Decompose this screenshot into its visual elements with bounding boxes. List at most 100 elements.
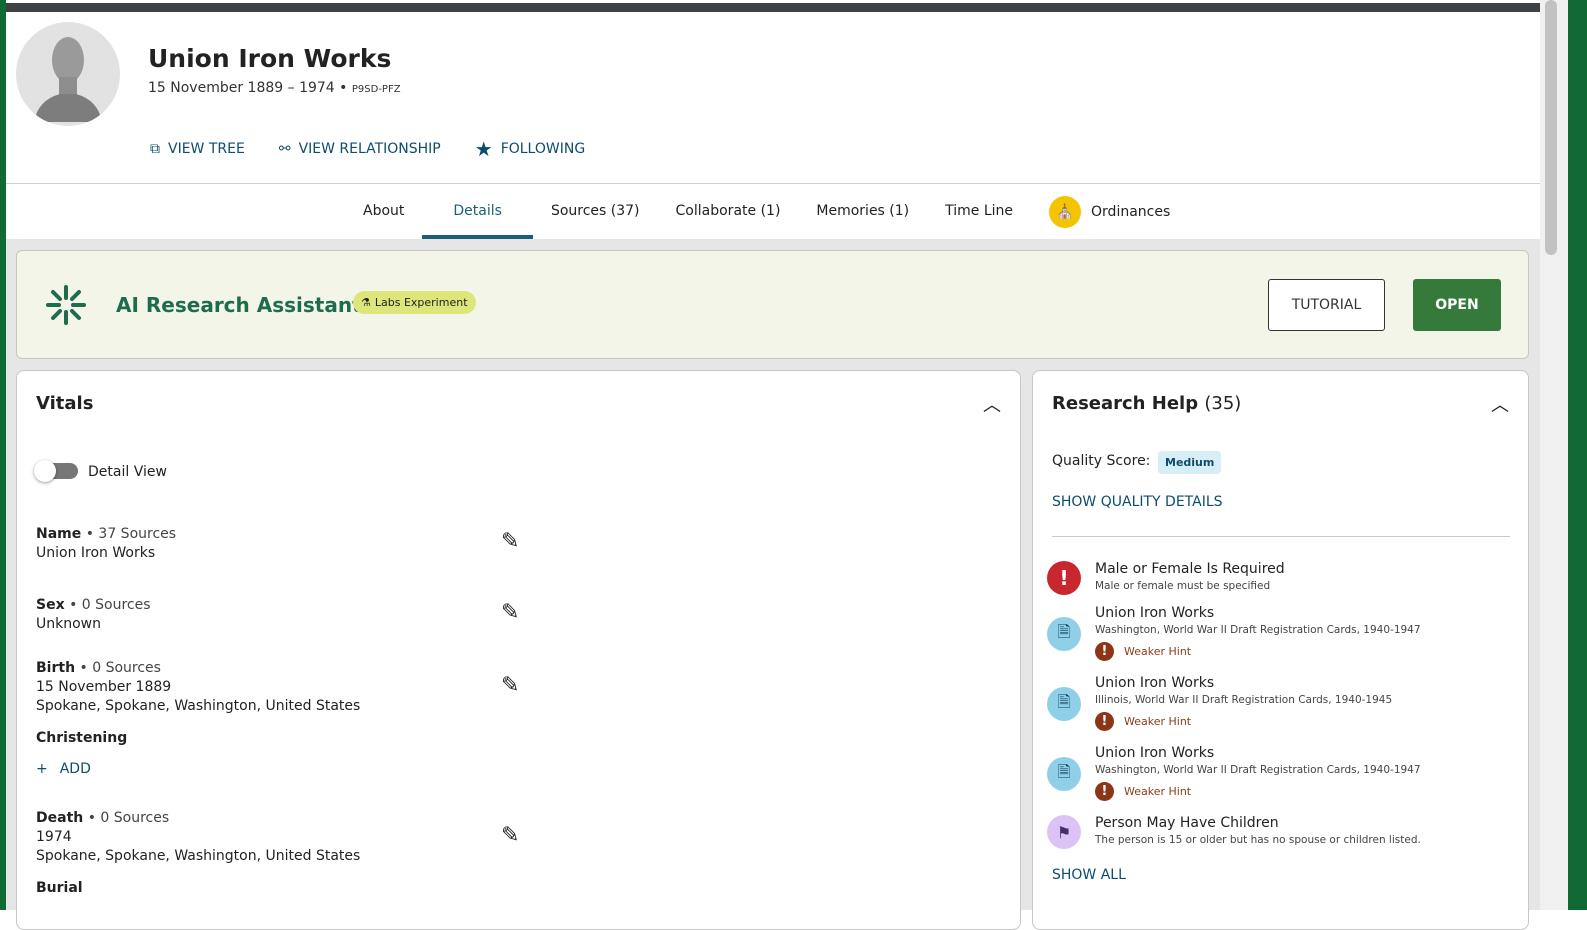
item-subtitle: Male or female must be specified	[1095, 580, 1271, 592]
scrollbar-thumb[interactable]	[1545, 0, 1557, 255]
flask-icon: ⚗	[361, 296, 371, 309]
fact-birth: Birth • 0 Sources 15 November 1889 Spokane…	[36, 659, 360, 716]
fact-name: Name • 37 Sources Union Iron Works	[36, 525, 176, 563]
following-button[interactable]: ★ FOLLOWING	[475, 137, 585, 161]
view-tree-label: VIEW TREE	[168, 141, 245, 157]
collapse-chevron-icon[interactable]: ︿	[983, 391, 1001, 417]
add-christening-button[interactable]: + ADD	[36, 761, 91, 777]
tree-icon: ⧉	[150, 141, 160, 157]
fact-death: Death • 0 Sources 1974 Spokane, Spokane, W…	[36, 809, 360, 866]
warning-icon: !	[1095, 782, 1114, 801]
fact-burial: Burial	[36, 879, 83, 898]
separator: •	[339, 80, 348, 96]
labs-badge: ⚗ Labs Experiment	[353, 291, 476, 314]
fact-value: Unknown	[36, 616, 101, 632]
sparkle-icon	[46, 285, 86, 325]
plus-icon: +	[36, 761, 48, 777]
edit-pencil-icon[interactable]: ✎	[501, 600, 519, 625]
fact-label: Name	[36, 526, 82, 542]
fact-sources[interactable]: • 0 Sources	[88, 810, 169, 826]
view-tree-button[interactable]: ⧉ VIEW TREE	[150, 141, 245, 157]
item-title: Male or Female Is Required	[1095, 561, 1285, 577]
add-label: ADD	[59, 761, 91, 777]
fact-label: Christening	[36, 730, 128, 746]
tab-details[interactable]: Details	[422, 184, 533, 239]
person-id: P9SD-PFZ	[351, 84, 401, 95]
item-title: Union Iron Works	[1095, 675, 1215, 691]
hint-label: Weaker Hint	[1124, 785, 1192, 798]
ai-title: AI Research Assistant	[116, 293, 362, 317]
divider	[1052, 536, 1510, 537]
view-relationship-label: VIEW RELATIONSHIP	[298, 141, 441, 157]
hint-label: Weaker Hint	[1124, 645, 1192, 658]
view-relationship-button[interactable]: ⚯ VIEW RELATIONSHIP	[279, 141, 441, 157]
error-icon: !	[1047, 561, 1081, 595]
show-quality-details-link[interactable]: SHOW QUALITY DETAILS	[1052, 494, 1223, 510]
person-dates: 15 November 1889 – 1974 • P9SD-PFZ	[148, 80, 401, 96]
fact-label: Sex	[36, 597, 65, 613]
fact-date: 1974	[36, 829, 72, 845]
person-name: Union Iron Works	[148, 44, 392, 73]
detail-view-toggle[interactable]	[34, 460, 78, 482]
open-button[interactable]: OPEN	[1413, 279, 1501, 331]
show-all-link[interactable]: SHOW ALL	[1052, 867, 1126, 883]
tutorial-button[interactable]: TUTORIAL	[1268, 279, 1385, 331]
vitals-card: Vitals ︿ Detail View Name • 37 Sources Un…	[16, 370, 1021, 930]
detail-view-label: Detail View	[88, 464, 167, 480]
fact-christening: Christening	[36, 729, 127, 748]
research-help-title: Research Help (35)	[1052, 393, 1241, 414]
fact-place: Spokane, Spokane, Washington, United Sta…	[36, 698, 361, 714]
item-title: Person May Have Children	[1095, 815, 1279, 831]
relationship-icon: ⚯	[278, 141, 291, 157]
quality-badge: Medium	[1158, 451, 1222, 474]
warning-icon: !	[1095, 642, 1114, 661]
tab-ordinances[interactable]: ⛪ Ordinances	[1031, 184, 1188, 239]
star-icon: ★	[474, 137, 493, 161]
item-subtitle: Washington, World War II Draft Registrat…	[1095, 764, 1421, 776]
quality-score-label: Quality Score:	[1052, 453, 1151, 469]
hint-label: Weaker Hint	[1124, 715, 1192, 728]
ai-assistant-banner: AI Research Assistant ⚗ Labs Experiment T…	[16, 250, 1529, 359]
ordinances-label: Ordinances	[1091, 203, 1171, 220]
edit-pencil-icon[interactable]: ✎	[501, 529, 519, 554]
item-subtitle: Illinois, World War II Draft Registratio…	[1095, 694, 1393, 706]
person-header: Union Iron Works 15 November 1889 – 1974…	[6, 12, 1540, 184]
temple-icon: ⛪	[1049, 195, 1082, 228]
tab-sources[interactable]: Sources (37)	[533, 184, 658, 239]
tab-memories[interactable]: Memories (1)	[798, 184, 927, 239]
item-subtitle: Washington, World War II Draft Registrat…	[1095, 624, 1421, 636]
fact-place: Spokane, Spokane, Washington, United Sta…	[36, 848, 361, 864]
fact-label: Burial	[36, 880, 83, 896]
avatar	[16, 22, 120, 126]
fact-date: 15 November 1889	[36, 679, 172, 695]
item-subtitle: The person is 15 or older but has no spo…	[1095, 834, 1421, 846]
item-title: Union Iron Works	[1095, 745, 1215, 761]
collapse-chevron-icon[interactable]: ︿	[1491, 391, 1509, 417]
vitals-title: Vitals	[36, 393, 94, 414]
research-count: (35)	[1204, 393, 1242, 414]
signpost-icon: ⚑	[1047, 815, 1081, 849]
research-title-text: Research Help	[1052, 393, 1199, 414]
tab-time-line[interactable]: Time Line	[927, 184, 1031, 239]
research-help-card: Research Help (35) ︿ Quality Score: Medi…	[1032, 370, 1529, 930]
fact-sources[interactable]: • 37 Sources	[86, 526, 176, 542]
tab-bar: About Details Sources (37) Collaborate (…	[345, 184, 1188, 239]
record-hint-icon: 🗎	[1047, 687, 1081, 721]
fact-sources[interactable]: • 0 Sources	[80, 660, 161, 676]
right-border	[1568, 0, 1587, 910]
top-bar	[6, 3, 1540, 12]
fact-sex: Sex • 0 Sources Unknown	[36, 596, 151, 634]
tab-collaborate[interactable]: Collaborate (1)	[658, 184, 799, 239]
fact-label: Birth	[36, 660, 76, 676]
record-hint-icon: 🗎	[1047, 617, 1081, 651]
life-dates: 15 November 1889 – 1974	[148, 80, 335, 96]
fact-sources[interactable]: • 0 Sources	[69, 597, 150, 613]
record-hint-icon: 🗎	[1047, 757, 1081, 791]
tab-about[interactable]: About	[345, 184, 422, 239]
edit-pencil-icon[interactable]: ✎	[501, 673, 519, 698]
warning-icon: !	[1095, 712, 1114, 731]
following-label: FOLLOWING	[500, 141, 586, 157]
labs-label: Labs Experiment	[374, 296, 468, 309]
fact-value: Union Iron Works	[36, 545, 156, 561]
edit-pencil-icon[interactable]: ✎	[501, 823, 519, 848]
